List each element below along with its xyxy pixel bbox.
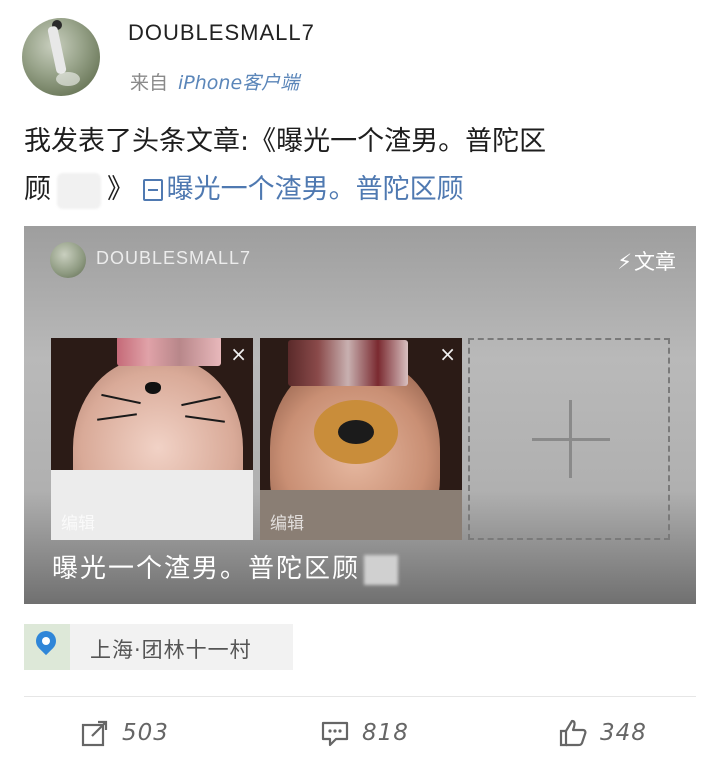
close-icon[interactable]: × [439, 342, 456, 366]
like-button[interactable]: 348 [558, 716, 647, 750]
location-tag[interactable]: 上海·团林十一村 [24, 624, 293, 670]
divider [24, 696, 696, 697]
comment-icon [321, 721, 349, 747]
repost-icon [81, 720, 108, 747]
post-header: DOUBLESMALL7 来自 iPhone客户端 [22, 18, 702, 98]
post-text-line2-suffix: 》 [107, 174, 134, 205]
cover-image-1[interactable]: × 编辑 [51, 338, 253, 540]
article-icon [142, 179, 163, 201]
location-text: 上海·团林十一村 [90, 638, 252, 662]
comment-button[interactable]: 818 [320, 716, 409, 750]
cover-image-2[interactable]: × 编辑 [260, 338, 462, 540]
cat-nose-sticker [145, 382, 161, 394]
article-title: 曝光一个渣男。普陀区顾 [52, 548, 399, 585]
like-count: 348 [600, 720, 647, 746]
redaction-blur [364, 554, 399, 585]
mosaic-blur [117, 338, 221, 366]
article-title-text: 曝光一个渣男。普陀区顾 [52, 554, 361, 584]
location-map-icon [24, 624, 70, 670]
repost-button[interactable]: 503 [80, 716, 169, 750]
repost-count: 503 [122, 720, 169, 746]
location-pin-icon [31, 626, 61, 656]
redaction-blur [57, 172, 101, 209]
post-text-line2-prefix: 顾 [24, 174, 51, 205]
edit-label[interactable]: 编辑 [270, 509, 304, 534]
mosaic-blur [288, 340, 408, 386]
close-icon[interactable]: × [230, 342, 247, 366]
action-bar: 503 818 348 [0, 708, 718, 758]
article-tag-label: 文章 [634, 250, 676, 274]
dog-nose-sticker [314, 400, 398, 464]
article-link[interactable]: 曝光一个渣男。普陀区顾 [142, 174, 464, 205]
source-app[interactable]: iPhone客户端 [178, 72, 299, 94]
card-username: DOUBLESMALL7 [96, 248, 252, 268]
avatar-figure [47, 25, 67, 75]
username[interactable]: DOUBLESMALL7 [128, 20, 315, 46]
thumbs-up-icon [559, 719, 587, 747]
add-image-button[interactable] [468, 338, 670, 540]
article-card[interactable]: DOUBLESMALL7 ⚡文章 × 编辑 × 编辑 曝光一个渣男。普陀区顾 [24, 226, 696, 604]
plus-icon-vertical [569, 400, 572, 478]
article-tag: ⚡文章 [617, 246, 676, 276]
comment-count: 818 [362, 720, 409, 746]
avatar[interactable] [22, 18, 100, 96]
edit-label[interactable]: 编辑 [61, 509, 95, 534]
post-text-line1: 我发表了头条文章:《曝光一个渣男。普陀区 [24, 126, 547, 157]
lightning-icon: ⚡ [617, 250, 632, 274]
source-prefix: 来自 [130, 72, 169, 94]
post-text-line2: 顾 》 曝光一个渣男。普陀区顾 [24, 166, 696, 214]
card-avatar [50, 242, 86, 278]
post-text: 我发表了头条文章:《曝光一个渣男。普陀区 顾 》 曝光一个渣男。普陀区顾 [24, 118, 696, 214]
avatar-shadow [56, 72, 80, 86]
article-link-text: 曝光一个渣男。普陀区顾 [166, 174, 464, 205]
post-source: 来自 iPhone客户端 [130, 68, 299, 95]
